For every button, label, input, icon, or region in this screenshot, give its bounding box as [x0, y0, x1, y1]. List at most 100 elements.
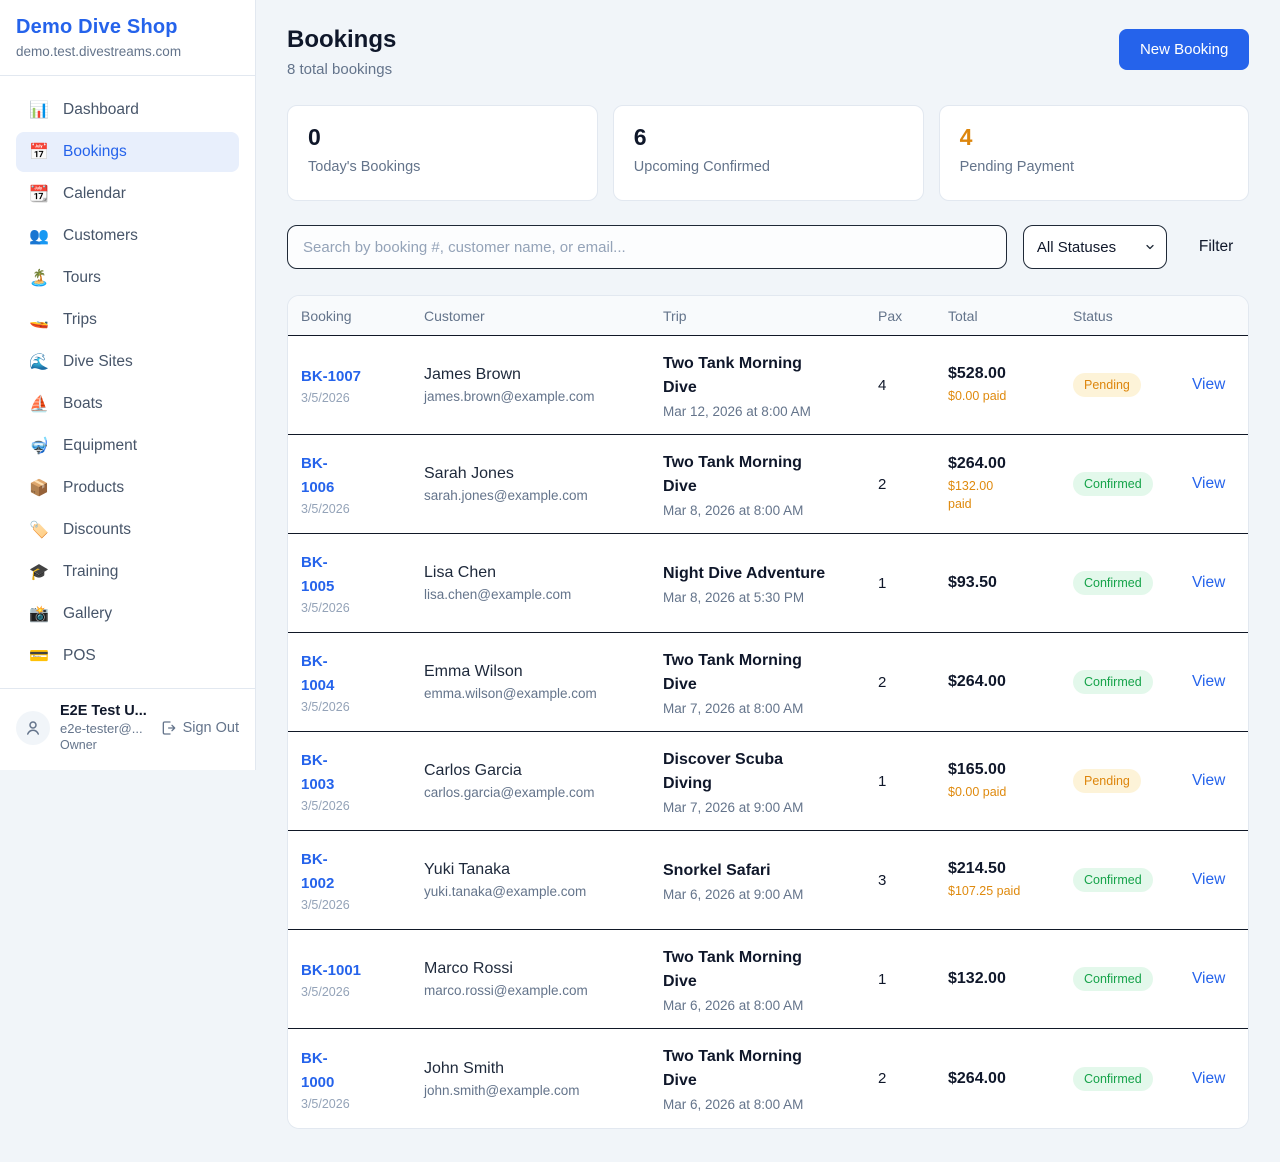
stat-label: Pending Payment — [960, 159, 1229, 175]
trip-name: Two Tank Morning Dive — [663, 649, 868, 697]
total-amount: $214.50 — [948, 860, 1063, 878]
customer-cell: Yuki Tanaka yuki.tanaka@example.com — [424, 861, 663, 899]
status-cell: Pending — [1073, 769, 1192, 793]
booking-date: 3/5/2026 — [301, 898, 414, 912]
trip-name: Two Tank Morning Dive — [663, 451, 868, 499]
trip-cell: Two Tank Morning Dive Mar 7, 2026 at 8:0… — [663, 649, 878, 716]
status-cell: Confirmed — [1073, 472, 1192, 496]
booking-cell: BK- 1004 3/5/2026 — [301, 650, 424, 714]
app-root: Demo Dive Shop demo.test.divestreams.com… — [0, 0, 1280, 1159]
stat-cards: 0 Today's Bookings 6 Upcoming Confirmed … — [287, 105, 1249, 201]
table-row: BK- 1005 3/5/2026 Lisa Chen lisa.chen@ex… — [288, 534, 1248, 633]
sidebar-item-dive-sites[interactable]: 🌊 Dive Sites — [16, 342, 239, 382]
trip-datetime: Mar 8, 2026 at 5:30 PM — [663, 590, 868, 605]
stat-value: 0 — [308, 124, 577, 151]
status-cell: Confirmed — [1073, 1067, 1192, 1091]
view-link[interactable]: View — [1192, 1070, 1225, 1087]
search-input[interactable] — [287, 225, 1007, 269]
sidebar-item-boats[interactable]: ⛵ Boats — [16, 384, 239, 424]
sidebar-item-bookings[interactable]: 📅 Bookings — [16, 132, 239, 172]
nav-item-label: Dive Sites — [63, 353, 133, 371]
booking-id-link[interactable]: BK-1007 — [301, 365, 414, 389]
booking-id-link[interactable]: BK- 1004 — [301, 650, 414, 698]
trip-cell: Snorkel Safari Mar 6, 2026 at 9:00 AM — [663, 859, 878, 902]
pax-value: 4 — [878, 377, 948, 394]
view-link[interactable]: View — [1192, 574, 1225, 591]
nav-item-icon: 🤿 — [28, 436, 50, 456]
booking-id-link[interactable]: BK- 1002 — [301, 848, 414, 896]
sidebar-nav: 📊 Dashboard 📅 Bookings 📆 Calendar 👥 Cust… — [0, 76, 255, 688]
total-amount: $132.00 — [948, 970, 1063, 988]
view-link[interactable]: View — [1192, 376, 1225, 393]
view-link[interactable]: View — [1192, 772, 1225, 789]
status-badge: Confirmed — [1073, 967, 1153, 991]
total-amount: $93.50 — [948, 574, 1063, 592]
filter-button[interactable]: Filter — [1183, 238, 1249, 256]
customer-email: james.brown@example.com — [424, 389, 653, 404]
trip-datetime: Mar 7, 2026 at 9:00 AM — [663, 800, 868, 815]
status-filter-select[interactable]: All Statuses — [1023, 225, 1167, 269]
sidebar-item-equipment[interactable]: 🤿 Equipment — [16, 426, 239, 466]
booking-id-link[interactable]: BK- 1003 — [301, 749, 414, 797]
sidebar-item-customers[interactable]: 👥 Customers — [16, 216, 239, 256]
total-amount: $264.00 — [948, 455, 1063, 473]
nav-item-label: POS — [63, 647, 96, 665]
main-content: Bookings 8 total bookings New Booking 0 … — [256, 0, 1280, 1159]
column-header-trip: Trip — [663, 308, 878, 324]
sidebar-item-training[interactable]: 🎓 Training — [16, 552, 239, 592]
trip-name: Two Tank Morning Dive — [663, 946, 868, 994]
sidebar-item-discounts[interactable]: 🏷️ Discounts — [16, 510, 239, 550]
shop-name: Demo Dive Shop — [16, 16, 239, 39]
total-cell: $264.00 — [948, 1070, 1073, 1088]
paid-amount: $0.00 paid — [948, 387, 1063, 405]
nav-item-icon: 🏷️ — [28, 520, 50, 540]
trip-datetime: Mar 8, 2026 at 8:00 AM — [663, 503, 868, 518]
new-booking-button[interactable]: New Booking — [1119, 29, 1249, 70]
table-body: BK-1007 3/5/2026 James Brown james.brown… — [288, 336, 1248, 1128]
customer-cell: Lisa Chen lisa.chen@example.com — [424, 564, 663, 602]
view-link[interactable]: View — [1192, 871, 1225, 888]
booking-id-link[interactable]: BK- 1000 — [301, 1047, 414, 1095]
booking-date: 3/5/2026 — [301, 502, 414, 516]
sign-out-button[interactable]: Sign Out — [160, 720, 239, 736]
total-amount: $264.00 — [948, 1070, 1063, 1088]
table-row: BK-1007 3/5/2026 James Brown james.brown… — [288, 336, 1248, 435]
table-row: BK- 1006 3/5/2026 Sarah Jones sarah.jone… — [288, 435, 1248, 534]
customer-email: lisa.chen@example.com — [424, 587, 653, 602]
booking-id-link[interactable]: BK- 1006 — [301, 452, 414, 500]
status-badge: Confirmed — [1073, 571, 1153, 595]
customer-email: john.smith@example.com — [424, 1083, 653, 1098]
table-row: BK- 1004 3/5/2026 Emma Wilson emma.wilso… — [288, 633, 1248, 732]
pax-value: 2 — [878, 476, 948, 493]
customer-cell: James Brown james.brown@example.com — [424, 366, 663, 404]
trip-name: Discover Scuba Diving — [663, 748, 868, 796]
sidebar-item-products[interactable]: 📦 Products — [16, 468, 239, 508]
booking-id-link[interactable]: BK-1001 — [301, 959, 414, 983]
trip-datetime: Mar 7, 2026 at 8:00 AM — [663, 701, 868, 716]
nav-item-icon: 💳 — [28, 646, 50, 666]
sidebar-item-tours[interactable]: 🏝️ Tours — [16, 258, 239, 298]
trip-cell: Night Dive Adventure Mar 8, 2026 at 5:30… — [663, 562, 878, 605]
total-amount: $528.00 — [948, 365, 1063, 383]
trip-datetime: Mar 6, 2026 at 8:00 AM — [663, 998, 868, 1013]
sidebar-item-pos[interactable]: 💳 POS — [16, 636, 239, 676]
page-title-block: Bookings 8 total bookings — [287, 26, 396, 78]
sidebar-item-gallery[interactable]: 📸 Gallery — [16, 594, 239, 634]
status-cell: Confirmed — [1073, 967, 1192, 991]
sidebar-item-calendar[interactable]: 📆 Calendar — [16, 174, 239, 214]
booking-cell: BK-1001 3/5/2026 — [301, 959, 424, 999]
nav-item-label: Dashboard — [63, 101, 139, 119]
sidebar-item-trips[interactable]: 🚤 Trips — [16, 300, 239, 340]
booking-date: 3/5/2026 — [301, 700, 414, 714]
view-link[interactable]: View — [1192, 673, 1225, 690]
view-link[interactable]: View — [1192, 970, 1225, 987]
pax-value: 3 — [878, 872, 948, 889]
booking-id-link[interactable]: BK- 1005 — [301, 551, 414, 599]
column-header-customer: Customer — [424, 308, 663, 324]
avatar — [16, 711, 50, 745]
nav-item-label: Boats — [63, 395, 103, 413]
view-link[interactable]: View — [1192, 475, 1225, 492]
nav-item-label: Calendar — [63, 185, 126, 203]
trip-name: Two Tank Morning Dive — [663, 352, 868, 400]
sidebar-item-dashboard[interactable]: 📊 Dashboard — [16, 90, 239, 130]
